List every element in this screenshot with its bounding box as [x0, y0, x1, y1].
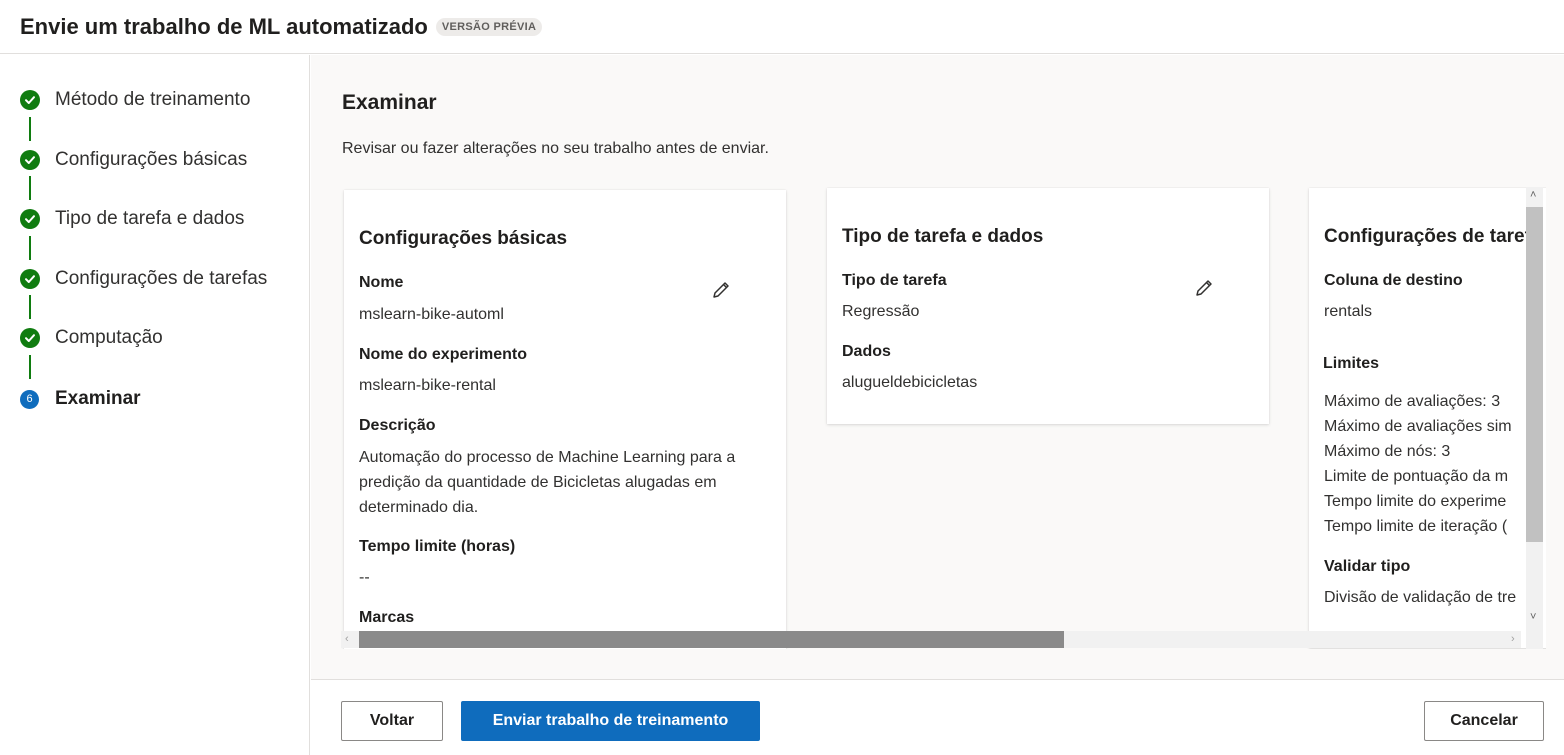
validation-value: Divisão de validação de tre — [1324, 589, 1517, 606]
step-label: Computação — [55, 327, 163, 348]
footer: Voltar Enviar trabalho de treinamento Ca… — [311, 679, 1564, 755]
edit-icon[interactable] — [1192, 276, 1216, 300]
scroll-right-icon[interactable]: › — [1511, 633, 1515, 645]
section-subtitle: Revisar ou fazer alterações no seu traba… — [342, 140, 769, 157]
submit-training-job-button[interactable]: Enviar trabalho de treinamento — [461, 701, 760, 741]
checkmark-icon — [20, 150, 40, 170]
timeout-label: Tempo limite (horas) — [359, 538, 516, 555]
name-label: Nome — [359, 274, 404, 291]
vertical-scrollbar[interactable]: ˄ ˅ — [1526, 187, 1543, 649]
name-value: mslearn-bike-automl — [359, 306, 504, 323]
scroll-down-icon[interactable]: ˅ — [1530, 611, 1536, 623]
step-label: Tipo de tarefa e dados — [55, 208, 245, 229]
card-title: Tipo de tarefa e dados — [842, 226, 1044, 247]
step-label: Configurações básicas — [55, 149, 248, 170]
description-value: Automação do processo de Machine Learnin… — [359, 449, 736, 516]
checkmark-icon — [20, 209, 40, 229]
cancel-button[interactable]: Cancelar — [1424, 701, 1544, 741]
card-task-type-data: Tipo de tarefa e dados Tipo de tarefa Re… — [827, 188, 1269, 424]
horizontal-scroll-thumb[interactable] — [359, 631, 1064, 648]
page-header: Envie um trabalho de ML automatizado VER… — [0, 0, 1564, 54]
card-title: Configurações de taref — [1324, 226, 1531, 247]
edit-icon[interactable] — [709, 278, 733, 302]
cards-scroll-area[interactable]: Configurações básicas Nome mslearn-bike-… — [341, 187, 1546, 649]
scroll-up-icon[interactable]: ˄ — [1530, 189, 1536, 201]
experiment-value: mslearn-bike-rental — [359, 377, 496, 394]
page-title: Envie um trabalho de ML automatizado — [20, 13, 428, 39]
validation-label: Validar tipo — [1324, 558, 1411, 575]
data-value: alugueldebicicletas — [842, 374, 978, 391]
experiment-label: Nome do experimento — [359, 346, 528, 363]
limit-item: Tempo limite do experime — [1324, 493, 1507, 510]
step-connector — [29, 117, 31, 141]
step-connector — [29, 176, 31, 200]
description-label: Descrição — [359, 417, 436, 434]
preview-badge: VERSÃO PRÉVIA — [435, 17, 543, 36]
limit-item: Máximo de avaliações: 3 — [1324, 393, 1501, 410]
target-column-value: rentals — [1324, 303, 1373, 320]
checkmark-icon — [20, 269, 40, 289]
limit-item: Máximo de nós: 3 — [1324, 443, 1451, 460]
step-number-icon: 6 — [20, 389, 39, 409]
scroll-left-icon[interactable]: ‹ — [345, 633, 349, 645]
step-connector — [29, 355, 31, 379]
step-label: Examinar — [55, 388, 141, 409]
limit-item: Tempo limite de iteração ( — [1324, 518, 1508, 535]
checkmark-icon — [20, 90, 40, 110]
checkmark-icon — [20, 328, 40, 348]
limits-label: Limites — [1323, 355, 1380, 372]
section-title: Examinar — [342, 91, 437, 114]
card-basic-settings: Configurações básicas Nome mslearn-bike-… — [344, 190, 786, 649]
data-label: Dados — [842, 343, 891, 360]
target-column-label: Coluna de destino — [1324, 272, 1463, 289]
limit-item: Limite de pontuação da m — [1324, 468, 1509, 485]
horizontal-scrollbar[interactable]: ‹ › — [341, 631, 1521, 648]
step-connector — [29, 295, 31, 319]
tags-label: Marcas — [359, 609, 415, 626]
card-task-settings: Configurações de taref Coluna de destino… — [1309, 188, 1546, 648]
step-label: Configurações de tarefas — [55, 268, 268, 289]
wizard-steps: Método de treinamento Configurações bási… — [0, 55, 310, 755]
limit-item: Máximo de avaliações sim — [1324, 418, 1512, 435]
timeout-value: -- — [359, 569, 370, 586]
task-type-value: Regressão — [842, 303, 920, 320]
card-title: Configurações básicas — [359, 228, 568, 249]
main-content: Examinar Revisar ou fazer alterações no … — [311, 55, 1564, 679]
back-button[interactable]: Voltar — [341, 701, 443, 741]
step-connector — [29, 236, 31, 260]
task-type-label: Tipo de tarefa — [842, 272, 947, 289]
step-label: Método de treinamento — [55, 89, 251, 110]
vertical-scroll-thumb[interactable] — [1526, 207, 1543, 542]
